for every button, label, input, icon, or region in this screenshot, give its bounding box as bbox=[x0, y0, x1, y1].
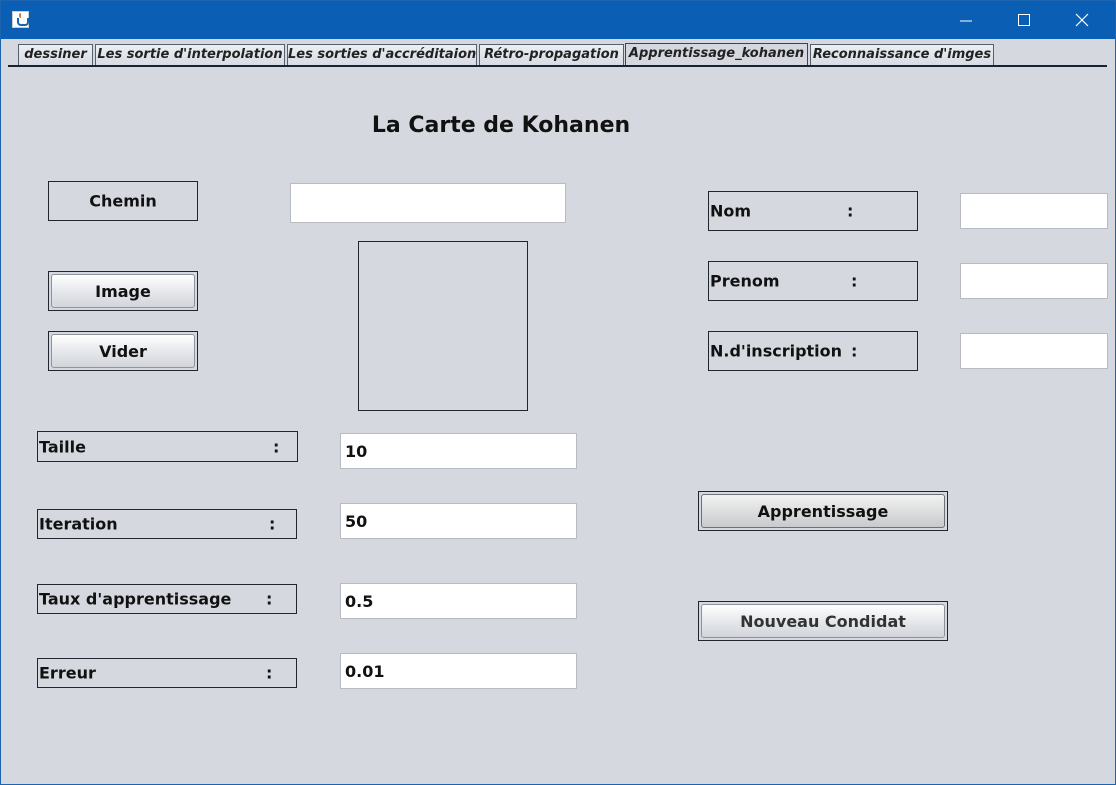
image-button-label: Image bbox=[51, 274, 195, 308]
iteration-label-text: Iteration bbox=[39, 514, 118, 534]
nom-label-text: Nom bbox=[710, 201, 752, 221]
chemin-field[interactable] bbox=[290, 183, 566, 223]
apprentissage-button-label: Apprentissage bbox=[701, 494, 945, 528]
inscription-label-text: N.d'inscription bbox=[710, 341, 843, 361]
java-cup-icon bbox=[12, 11, 29, 28]
taille-label-text: Taille bbox=[39, 437, 86, 456]
chemin-label: Chemin bbox=[48, 181, 198, 221]
tab-dessiner[interactable]: dessiner bbox=[18, 44, 93, 66]
prenom-field[interactable] bbox=[960, 263, 1108, 299]
nom-label: Nom : bbox=[708, 191, 918, 231]
maximize-button[interactable] bbox=[1001, 1, 1047, 39]
nom-field[interactable] bbox=[960, 193, 1108, 229]
taux-label-text: Taux d'apprentissage bbox=[39, 589, 232, 609]
taille-label: Taille : bbox=[37, 431, 298, 462]
page-title: La Carte de Kohanen bbox=[371, 113, 631, 138]
image-preview bbox=[358, 241, 528, 411]
taux-label: Taux d'apprentissage : bbox=[37, 584, 297, 614]
maximize-icon bbox=[1018, 14, 1030, 26]
apprentissage-button[interactable]: Apprentissage bbox=[698, 491, 948, 531]
tab-retro-propagation[interactable]: Rétro-propagation bbox=[479, 44, 624, 66]
inscription-label: N.d'inscription : bbox=[708, 331, 918, 371]
tab-apprentissage-kohanen[interactable]: Apprentissage_kohanen bbox=[625, 43, 808, 67]
erreur-label: Erreur : bbox=[37, 658, 297, 688]
erreur-field[interactable] bbox=[340, 653, 577, 689]
nouveau-condidat-button[interactable]: Nouveau Condidat bbox=[698, 601, 948, 641]
taille-field[interactable] bbox=[340, 433, 577, 469]
tab-reconnaissance-images[interactable]: Reconnaissance d'imges bbox=[810, 44, 994, 66]
title-bar[interactable] bbox=[1, 1, 1115, 39]
image-button[interactable]: Image bbox=[48, 271, 198, 311]
nom-colon: : bbox=[847, 201, 854, 221]
tab-sorties-accreditation[interactable]: Les sorties d'accréditaion bbox=[287, 44, 477, 66]
prenom-label-text: Prenom bbox=[710, 271, 780, 291]
iteration-field[interactable] bbox=[340, 503, 577, 539]
tab-divider bbox=[8, 65, 1107, 67]
vider-button[interactable]: Vider bbox=[48, 331, 198, 371]
close-button[interactable] bbox=[1059, 1, 1105, 39]
erreur-colon: : bbox=[266, 663, 273, 683]
iteration-colon: : bbox=[269, 514, 276, 534]
chemin-label-text: Chemin bbox=[89, 191, 157, 211]
minimize-icon bbox=[960, 20, 972, 22]
taille-colon: : bbox=[273, 437, 280, 456]
iteration-label: Iteration : bbox=[37, 509, 297, 539]
tab-sortie-interpolation[interactable]: Les sortie d'interpolation bbox=[95, 44, 285, 66]
prenom-colon: : bbox=[851, 271, 858, 291]
inscription-colon: : bbox=[851, 341, 858, 361]
app-window: dessiner Les sortie d'interpolation Les … bbox=[0, 0, 1116, 785]
minimize-button[interactable] bbox=[943, 1, 989, 39]
inscription-field[interactable] bbox=[960, 333, 1108, 369]
taux-colon: : bbox=[266, 589, 273, 609]
close-icon bbox=[1075, 13, 1089, 27]
erreur-label-text: Erreur bbox=[39, 663, 96, 683]
vider-button-label: Vider bbox=[51, 334, 195, 368]
nouveau-condidat-button-label: Nouveau Condidat bbox=[701, 604, 945, 638]
prenom-label: Prenom : bbox=[708, 261, 918, 301]
taux-field[interactable] bbox=[340, 583, 577, 619]
